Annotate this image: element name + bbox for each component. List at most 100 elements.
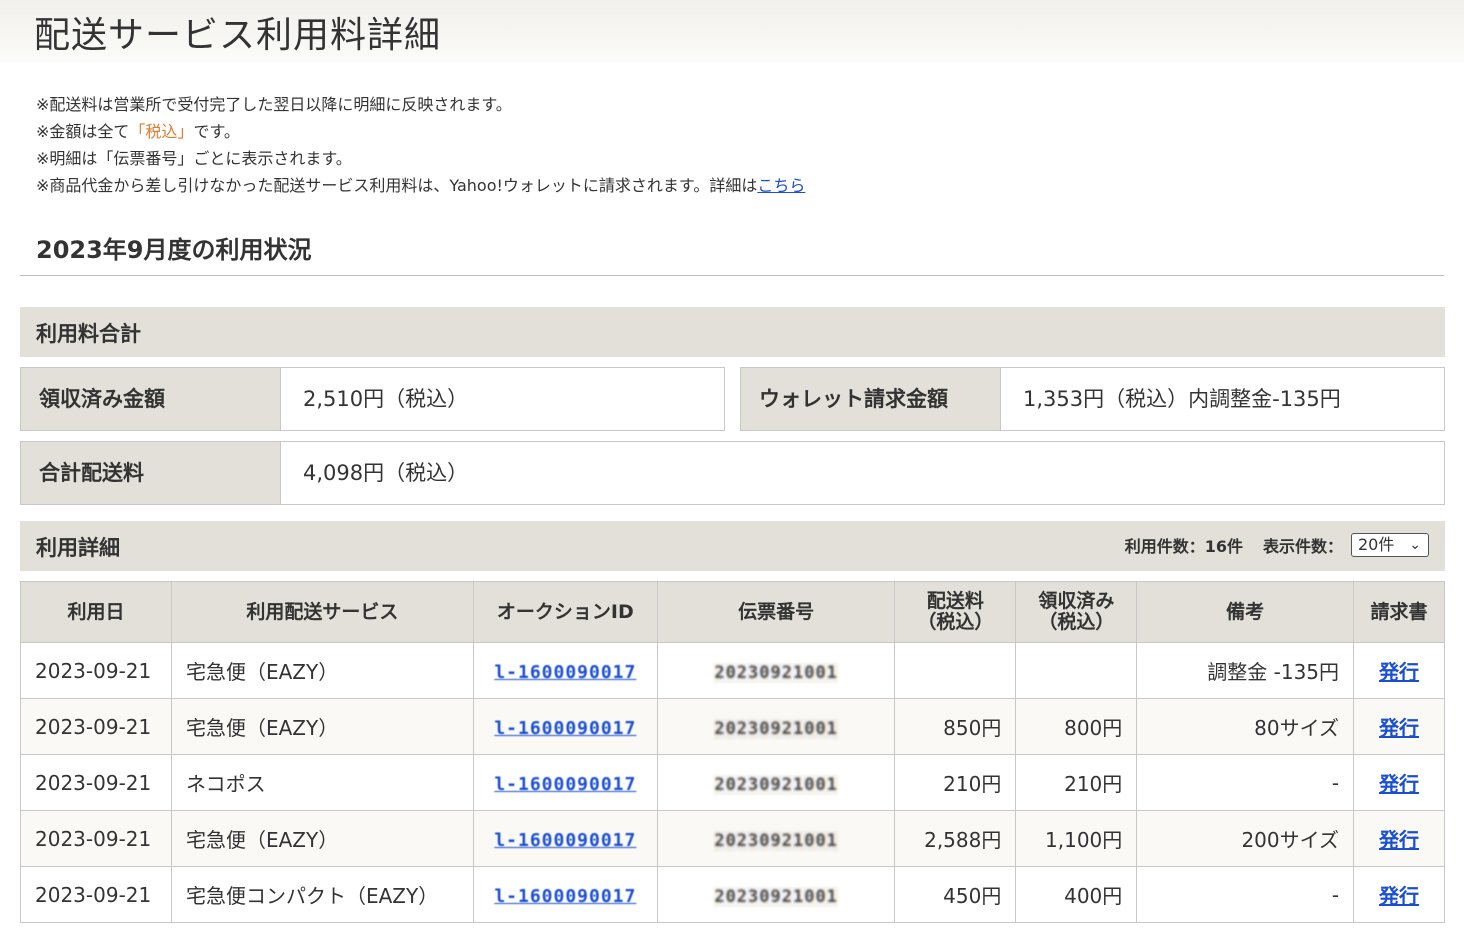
- header-slip: 伝票番号: [656, 581, 896, 643]
- cell-fee: 2,588円: [894, 810, 1017, 867]
- detail-bar-label: 利用詳細: [36, 536, 120, 560]
- header-service: 利用配送サービス: [170, 581, 474, 643]
- note-line: ※配送料は営業所で受付完了した翌日以降に明細に反映されます。: [36, 91, 805, 118]
- slip-number: 20230921001: [714, 774, 838, 795]
- cell-date: 2023-09-21: [20, 754, 172, 811]
- display-count-value: 20件: [1358, 535, 1395, 554]
- summary-bar-label: 利用料合計: [36, 322, 141, 346]
- wallet-value: 1,353円（税込）内調整金-135円: [1023, 387, 1341, 411]
- cell-auction-id: l-1600090017: [472, 866, 658, 923]
- display-count-select[interactable]: 20件 ⌄: [1351, 533, 1429, 557]
- cell-date: 2023-09-21: [20, 810, 172, 867]
- summary-bar: 利用料合計: [20, 307, 1445, 357]
- total-label: 合計配送料: [21, 442, 281, 504]
- header-date: 利用日: [20, 581, 172, 643]
- wallet-label: ウォレット請求金額: [741, 368, 1001, 430]
- received-label: 領収済み金額: [21, 368, 281, 430]
- header-remarks: 備考: [1136, 581, 1355, 643]
- cell-fee: 210円: [894, 754, 1017, 811]
- cell-slip: 20230921001: [656, 642, 896, 699]
- header-received: 領収済み （税込）: [1015, 581, 1138, 643]
- header-received-line2: （税込）: [1038, 611, 1115, 633]
- cell-auction-id: l-1600090017: [472, 810, 658, 867]
- details-link[interactable]: こちら: [757, 176, 805, 195]
- total-value: 4,098円（税込）: [303, 461, 469, 485]
- chevron-down-icon: ⌄: [1409, 537, 1421, 553]
- usage-count: 利用件数：16件: [1124, 537, 1243, 556]
- cell-date: 2023-09-21: [20, 642, 172, 699]
- received-amount-box: 領収済み金額 2,510円（税込）: [20, 367, 725, 431]
- usage-title: 2023年9月度の利用状況: [36, 236, 312, 264]
- table-row: 2023-09-21 宅急便（EAZY） l-1600090017 202309…: [20, 698, 1445, 755]
- cell-remarks: -: [1136, 754, 1355, 811]
- cell-invoice: 発行: [1353, 642, 1445, 699]
- issue-invoice-link[interactable]: 発行: [1379, 828, 1419, 852]
- header-auction-id: オークションID: [472, 581, 658, 643]
- note-line: ※金額は全て「税込」です。: [36, 118, 805, 145]
- cell-remarks: 調整金 -135円: [1136, 642, 1355, 699]
- header-received-line1: 領収済み: [1038, 590, 1115, 612]
- slip-number: 20230921001: [714, 830, 838, 851]
- auction-id-link[interactable]: l-1600090017: [494, 774, 636, 795]
- note-line: ※明細は「伝票番号」ごとに表示されます。: [36, 145, 805, 172]
- detail-table: 利用日 利用配送サービス オークションID 伝票番号 配送料 （税込） 領収済み（…: [20, 581, 1445, 923]
- cell-slip: 20230921001: [656, 810, 896, 867]
- cell-auction-id: l-1600090017: [472, 754, 658, 811]
- cell-fee: [894, 642, 1017, 699]
- issue-invoice-link[interactable]: 発行: [1379, 772, 1419, 796]
- cell-invoice: 発行: [1353, 698, 1445, 755]
- display-count-label: 表示件数：: [1262, 537, 1343, 556]
- table-row: 2023-09-21 ネコポス l-1600090017 20230921001…: [20, 754, 1445, 811]
- note-text: です。: [193, 122, 240, 141]
- note-text: ※金額は全て: [36, 122, 130, 141]
- cell-service: 宅急便（EAZY）: [170, 642, 474, 699]
- table-row: 2023-09-21 宅急便（EAZY） l-1600090017 202309…: [20, 642, 1445, 699]
- note-text: ※明細は「伝票番号」ごとに表示されます。: [36, 149, 352, 168]
- table-header-row: 利用日 利用配送サービス オークションID 伝票番号 配送料 （税込） 領収済み（…: [20, 581, 1445, 643]
- cell-received: 400円: [1015, 866, 1138, 923]
- table-row: 2023-09-21 宅急便コンパクト（EAZY） l-1600090017 2…: [20, 866, 1445, 923]
- cell-fee: 850円: [894, 698, 1017, 755]
- page-header: 配送サービス利用料詳細: [0, 0, 1464, 62]
- cell-date: 2023-09-21: [20, 698, 172, 755]
- cell-service: 宅急便（EAZY）: [170, 810, 474, 867]
- cell-received: [1015, 642, 1138, 699]
- slip-number: 20230921001: [714, 718, 838, 739]
- auction-id-link[interactable]: l-1600090017: [494, 662, 636, 683]
- cell-service: 宅急便コンパクト（EAZY）: [170, 866, 474, 923]
- header-fee-line1: 配送料: [926, 590, 984, 612]
- total-shipping-box: 合計配送料 4,098円（税込）: [20, 441, 1445, 505]
- divider: [20, 275, 1444, 276]
- cell-remarks: 80サイズ: [1136, 698, 1355, 755]
- header-fee: 配送料 （税込）: [894, 581, 1017, 643]
- cell-received: 210円: [1015, 754, 1138, 811]
- notes: ※配送料は営業所で受付完了した翌日以降に明細に反映されます。 ※金額は全て「税込…: [36, 91, 805, 199]
- note-text: ※配送料は営業所で受付完了した翌日以降に明細に反映されます。: [36, 95, 512, 114]
- auction-id-link[interactable]: l-1600090017: [494, 718, 636, 739]
- wallet-amount-box: ウォレット請求金額 1,353円（税込）内調整金-135円: [740, 367, 1445, 431]
- header-invoice: 請求書: [1353, 581, 1445, 643]
- cell-remarks: 200サイズ: [1136, 810, 1355, 867]
- cell-invoice: 発行: [1353, 754, 1445, 811]
- page-title: 配送サービス利用料詳細: [34, 15, 442, 56]
- detail-bar: 利用詳細 利用件数：16件 表示件数： 20件 ⌄: [20, 521, 1445, 571]
- cell-slip: 20230921001: [656, 866, 896, 923]
- note-text: ※商品代金から差し引けなかった配送サービス利用料は、Yahoo!ウォレットに請求…: [36, 176, 758, 195]
- cell-auction-id: l-1600090017: [472, 642, 658, 699]
- issue-invoice-link[interactable]: 発行: [1379, 660, 1419, 684]
- note-highlight: 「税込」: [129, 122, 194, 141]
- cell-auction-id: l-1600090017: [472, 698, 658, 755]
- note-line: ※商品代金から差し引けなかった配送サービス利用料は、Yahoo!ウォレットに請求…: [36, 172, 805, 199]
- cell-remarks: -: [1136, 866, 1355, 923]
- cell-date: 2023-09-21: [20, 866, 172, 923]
- issue-invoice-link[interactable]: 発行: [1379, 884, 1419, 908]
- auction-id-link[interactable]: l-1600090017: [494, 830, 636, 851]
- auction-id-link[interactable]: l-1600090017: [494, 886, 636, 907]
- header-fee-line2: （税込）: [917, 611, 994, 633]
- issue-invoice-link[interactable]: 発行: [1379, 716, 1419, 740]
- cell-received: 1,100円: [1015, 810, 1138, 867]
- cell-received: 800円: [1015, 698, 1138, 755]
- cell-service: ネコポス: [170, 754, 474, 811]
- cell-invoice: 発行: [1353, 866, 1445, 923]
- cell-slip: 20230921001: [656, 754, 896, 811]
